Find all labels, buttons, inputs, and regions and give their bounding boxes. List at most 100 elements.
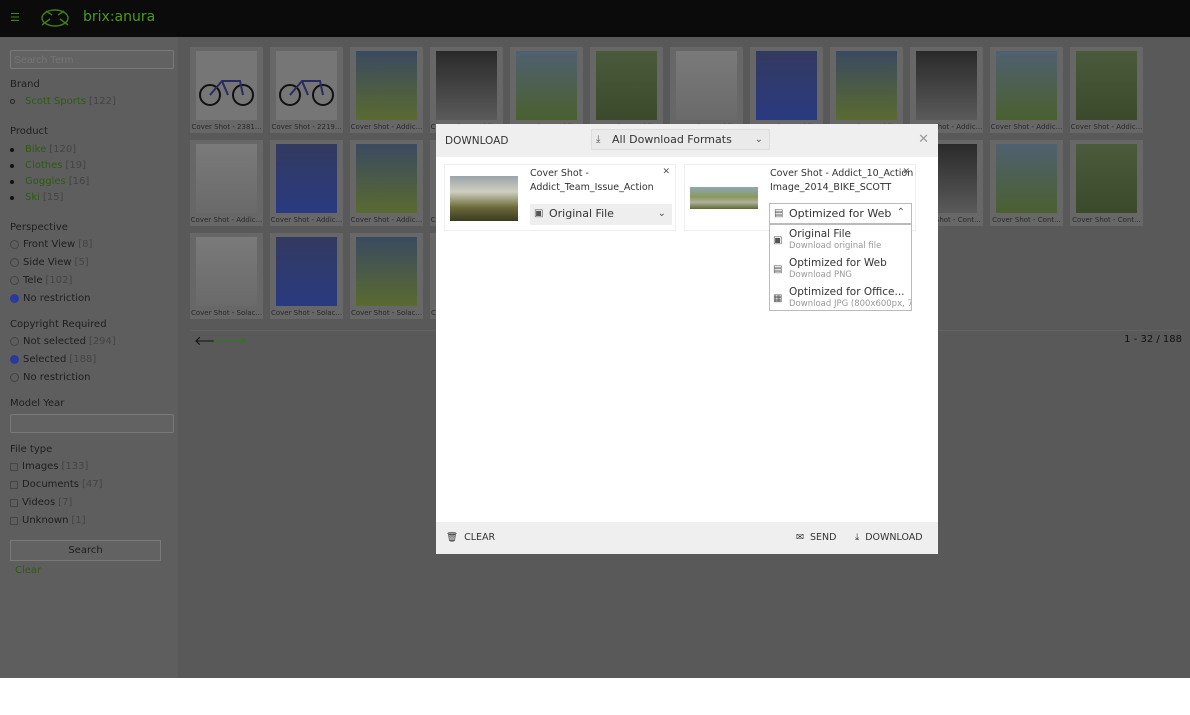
asset-tile[interactable]: Cover Shot - Solac... — [270, 233, 343, 319]
filter-option[interactable]: No restriction — [10, 293, 94, 304]
filter-option[interactable]: Selected [188] — [10, 354, 96, 365]
asset-label: Cover Shot - Solac... — [270, 309, 343, 317]
bullet-icon — [10, 99, 15, 104]
asset-thumbnail — [196, 51, 257, 120]
filter-option[interactable]: Clothes [19] — [10, 160, 86, 171]
asset-tile[interactable]: Cover Shot - Addic... — [670, 47, 743, 133]
brand-item[interactable]: Scott Sports [122] — [10, 96, 116, 107]
option-subtitle: Download JPG (800x600px, 72dpi) — [789, 299, 911, 309]
asset-tile[interactable]: Cover Shot - Solac... — [350, 233, 423, 319]
envelope-icon: ✉ — [796, 532, 804, 543]
file-type-heading: File type — [10, 444, 53, 455]
asset-tile[interactable]: Cover Shot - 2219... — [270, 47, 343, 133]
asset-tile[interactable]: Cover Shot - Solac... — [190, 233, 263, 319]
asset-tile[interactable]: Cover Shot - Addic... — [270, 140, 343, 226]
item-format-select[interactable]: ▣ Original File ⌄ — [530, 204, 672, 225]
checkbox[interactable] — [10, 516, 18, 525]
asset-thumbnail — [276, 144, 337, 213]
asset-tile[interactable]: Cover Shot - Addic... — [350, 47, 423, 133]
format-option[interactable]: ▤ Optimized for Web Download PNG — [770, 256, 911, 285]
filter-option[interactable]: Front View [8] — [10, 239, 92, 250]
option-count: [16] — [68, 176, 90, 187]
format-option[interactable]: ▦ Optimized for Office... Download JPG (80… — [770, 285, 911, 310]
item-name: Cover Shot - Addict_10_Action Image_2014_… — [770, 168, 914, 193]
option-count: [294] — [88, 336, 116, 347]
chevron-up-icon: ⌃ — [896, 207, 905, 218]
asset-tile[interactable]: Cover Shot - 2381... — [190, 47, 263, 133]
asset-tile[interactable]: Cover Shot - Addic... — [190, 140, 263, 226]
radio-button[interactable] — [10, 373, 19, 382]
format-select[interactable]: ⤓ All Download Formats ⌄ — [591, 129, 770, 150]
close-icon[interactable]: ✕ — [918, 132, 929, 147]
asset-label: Cover Shot - Solac... — [190, 309, 263, 317]
filter-option[interactable]: Bike [120] — [10, 144, 76, 155]
option-label: Front View — [23, 239, 76, 250]
asset-tile[interactable]: Cover Shot - Addic... — [990, 47, 1063, 133]
checkbox[interactable] — [10, 462, 18, 471]
format-select-value: All Download Formats — [612, 133, 732, 146]
chevron-down-icon: ⌄ — [754, 134, 763, 145]
filter-option[interactable]: Ski [15] — [10, 192, 63, 203]
filter-option[interactable]: Unknown [1] — [10, 515, 86, 526]
search-input[interactable] — [10, 50, 174, 69]
option-label: Not selected — [23, 336, 86, 347]
product-heading: Product — [10, 126, 48, 137]
radio-button[interactable] — [10, 337, 19, 346]
send-button[interactable]: ✉ SEND — [796, 532, 836, 543]
filter-option[interactable]: Videos [7] — [10, 497, 72, 508]
filter-option[interactable]: Side View [5] — [10, 257, 89, 268]
asset-thumbnail — [836, 51, 897, 120]
asset-tile[interactable]: Cover Shot - Addic... — [830, 47, 903, 133]
filter-option[interactable]: Images [133] — [10, 461, 88, 472]
asset-tile[interactable]: Cover Shot - Addic... — [1070, 47, 1143, 133]
filter-option[interactable]: Goggles [16] — [10, 176, 89, 187]
radio-button[interactable] — [10, 276, 19, 285]
modal-footer: 🗑 CLEAR ✉ SEND ⤓ DOWNLOAD — [436, 522, 938, 554]
filter-option[interactable]: Not selected [294] — [10, 336, 116, 347]
clear-link[interactable]: Clear — [15, 565, 41, 576]
download-file-icon: ⤓ — [596, 134, 601, 145]
radio-button[interactable] — [10, 294, 19, 303]
search-button[interactable]: Search — [10, 540, 161, 561]
asset-label: Cover Shot - Addic... — [270, 216, 343, 224]
asset-label: Cover Shot - Addic... — [1070, 123, 1143, 131]
download-button[interactable]: ⤓ DOWNLOAD — [855, 532, 923, 543]
asset-thumbnail — [516, 51, 577, 120]
asset-tile[interactable]: Cover Shot - Addic... — [350, 140, 423, 226]
next-page-arrow-icon[interactable]: 🡒 — [212, 333, 247, 349]
asset-tile[interactable]: Cover Shot - Addic... — [430, 47, 503, 133]
clear-button[interactable]: 🗑 CLEAR — [446, 532, 495, 543]
radio-button[interactable] — [10, 355, 19, 364]
modal-header: DOWNLOAD ⤓ All Download Formats ⌄ ✕ — [436, 124, 938, 157]
asset-label: Cover Shot - 2219... — [271, 123, 342, 131]
asset-tile[interactable]: Cover Shot - Addic... — [910, 47, 983, 133]
format-option[interactable]: ▣ Original File Download original file — [770, 227, 911, 256]
radio-button[interactable] — [10, 240, 19, 249]
option-label: Images — [22, 461, 59, 472]
item-thumbnail — [690, 187, 758, 209]
asset-tile[interactable]: Cover Shot - Addic... — [510, 47, 583, 133]
remove-item-icon[interactable]: ✕ — [902, 167, 910, 177]
remove-item-icon[interactable]: ✕ — [662, 167, 670, 177]
asset-tile[interactable]: Cover Shot - Cont... — [990, 140, 1063, 226]
asset-tile[interactable]: Cover Shot - Addic... — [590, 47, 663, 133]
item-format-select-open[interactable]: ▤ Optimized for Web ⌃ — [769, 203, 912, 224]
menu-icon[interactable]: ☰ — [10, 12, 20, 23]
asset-label: Cover Shot - Addic... — [990, 123, 1063, 131]
asset-tile[interactable]: Cover Shot - Addic... — [750, 47, 823, 133]
filter-option[interactable]: Tele [102] — [10, 275, 72, 286]
option-title: Original File — [789, 228, 851, 240]
radio-button[interactable] — [10, 258, 19, 267]
filter-option[interactable]: Documents [47] — [10, 479, 103, 490]
brand-name[interactable]: brix:anura — [83, 9, 155, 25]
model-year-input[interactable] — [10, 414, 174, 433]
asset-thumbnail — [1076, 51, 1137, 120]
filter-option[interactable]: No restriction — [10, 372, 94, 383]
asset-tile[interactable]: Cover Shot - Cont... — [1070, 140, 1143, 226]
checkbox[interactable] — [10, 480, 18, 489]
option-count: [1] — [71, 515, 86, 526]
bullet-icon — [10, 163, 14, 168]
bullet-icon — [10, 195, 14, 200]
checkbox[interactable] — [10, 498, 18, 507]
asset-thumbnail — [1076, 144, 1137, 213]
